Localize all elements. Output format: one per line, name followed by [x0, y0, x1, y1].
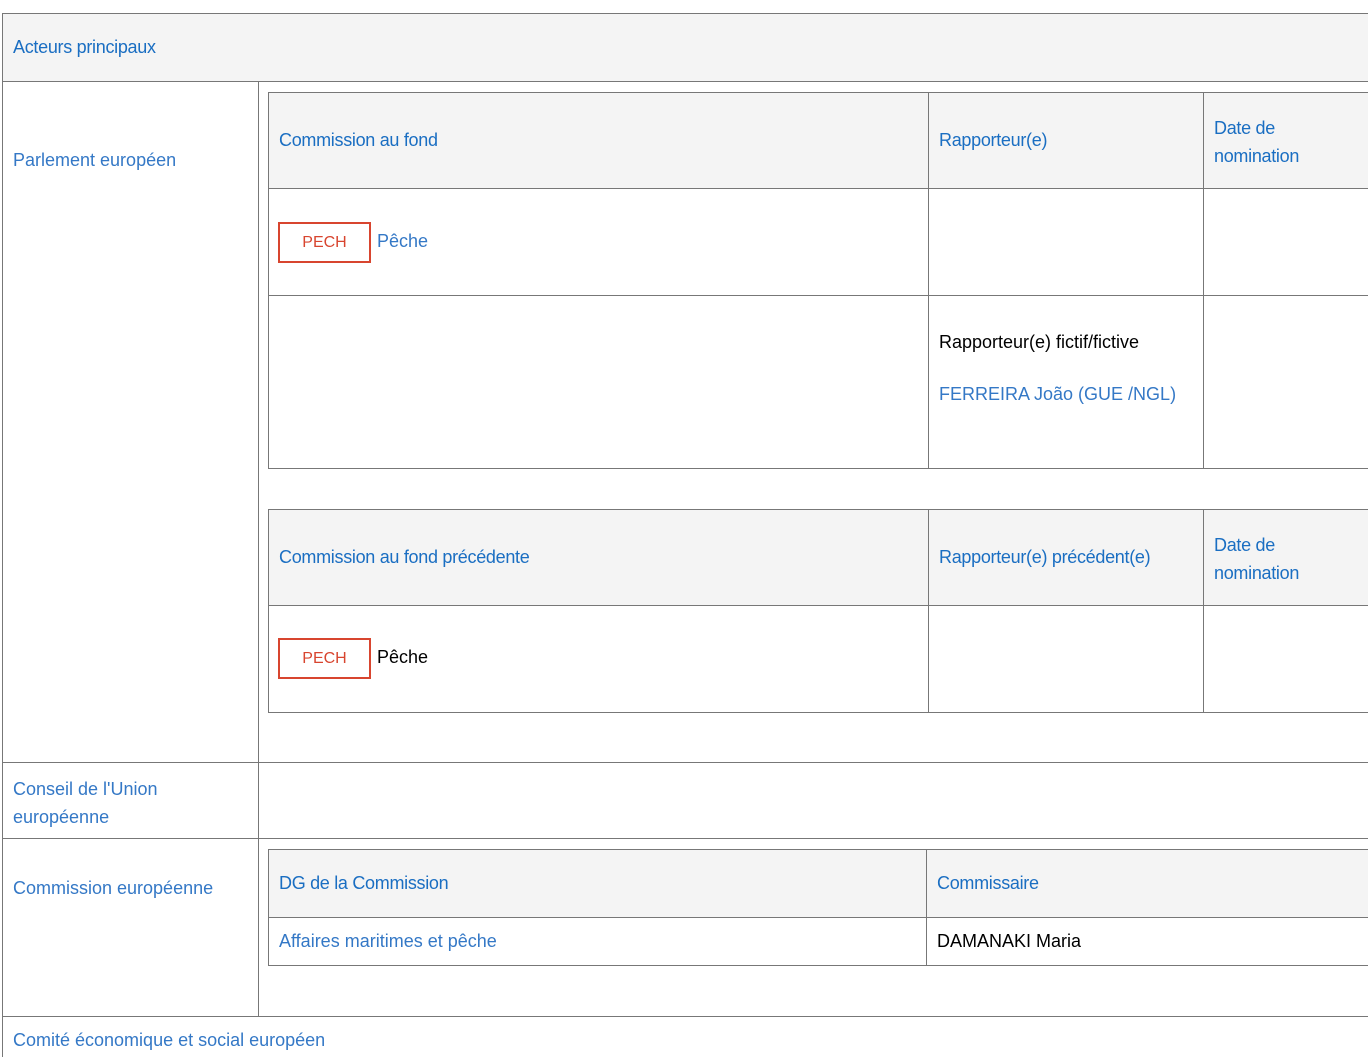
- commissioner-name: DAMANAKI Maria: [937, 931, 1082, 951]
- prev-committee-name: Pêche: [377, 647, 429, 667]
- prev-committee-badge-pech[interactable]: PECH: [278, 638, 371, 679]
- col-prev-rapporteur-header: Rapporteur(e) précédent(e): [939, 547, 1151, 567]
- section-title[interactable]: Acteurs principaux: [13, 37, 156, 58]
- committee-name-link[interactable]: Pêche: [377, 231, 428, 252]
- col-date-header: Date de nomination: [1214, 118, 1300, 166]
- section-header: [3, 14, 1368, 81]
- actor-council-link[interactable]: Conseil de l'Union européenne: [13, 775, 248, 831]
- col-prev-committee-header: Commission au fond précédente: [279, 547, 530, 567]
- actor-parliament-link[interactable]: Parlement européen: [13, 150, 176, 171]
- shadow-rapporteur-link[interactable]: FERREIRA João (GUE /NGL): [939, 380, 1179, 408]
- col-prev-date-header: Date de nomination: [1214, 535, 1300, 583]
- actor-eesc-link[interactable]: Comité économique et social européen: [13, 1030, 325, 1051]
- col-commissioner-header: Commissaire: [937, 873, 1039, 893]
- shadow-rapporteur-label: Rapporteur(e) fictif/fictive: [939, 332, 1140, 352]
- actor-commission-link[interactable]: Commission européenne: [13, 878, 213, 899]
- col-committee-header: Commission au fond: [279, 130, 438, 150]
- committee-badge-pech[interactable]: PECH: [278, 222, 371, 263]
- col-rapporteur-header: Rapporteur(e): [939, 130, 1048, 150]
- col-dg-header: DG de la Commission: [279, 873, 449, 893]
- dg-link[interactable]: Affaires maritimes et pêche: [279, 931, 497, 952]
